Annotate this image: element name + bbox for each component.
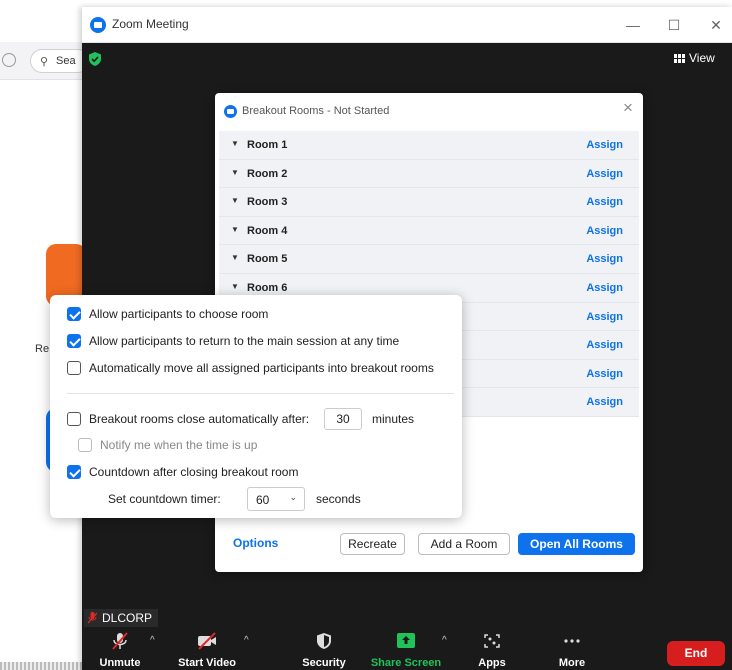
end-meeting-button[interactable]: End [667, 641, 725, 666]
zoom-logo-icon [224, 105, 237, 118]
dialog-title: Breakout Rooms - Not Started [242, 105, 390, 117]
background-taskbar-strip [0, 662, 82, 670]
zoom-logo-icon [90, 17, 106, 33]
countdown-timer-select[interactable]: 60 ⌄ [247, 487, 305, 511]
background-search-text: Sea [56, 55, 76, 67]
allow-return-checkbox[interactable] [67, 334, 81, 348]
add-room-button[interactable]: Add a Room [418, 533, 510, 555]
security-button[interactable]: Security [294, 627, 354, 670]
room-name: Room 5 [247, 253, 288, 266]
shield-icon [317, 633, 331, 649]
auto-close-minutes-input[interactable]: 30 [324, 408, 362, 430]
countdown-timer-value: 60 [256, 493, 270, 507]
grid-view-icon [674, 54, 685, 63]
expand-caret-icon[interactable]: ▼ [231, 282, 239, 291]
countdown-timer-label: Set countdown timer: [108, 492, 221, 506]
expand-caret-icon[interactable]: ▼ [231, 225, 239, 234]
options-button[interactable]: Options [233, 536, 278, 550]
meeting-toolbar: Unmute ^ Start Video ^ Security Share Sc… [82, 627, 732, 670]
countdown-label: Countdown after closing breakout room [89, 465, 299, 479]
expand-caret-icon[interactable]: ▼ [231, 139, 239, 148]
notify-label: Notify me when the time is up [100, 438, 258, 452]
auto-close-label: Breakout rooms close automatically after… [89, 412, 310, 426]
muted-mic-icon [112, 632, 128, 650]
share-screen-icon [397, 633, 415, 648]
room-row[interactable]: ▼ Room 1 Assign [219, 131, 639, 160]
expand-caret-icon[interactable]: ▼ [231, 168, 239, 177]
maximize-button[interactable]: ☐ [660, 13, 688, 37]
room-name: Room 4 [247, 224, 288, 237]
expand-caret-icon[interactable]: ▼ [231, 196, 239, 205]
options-divider [67, 393, 454, 394]
apps-label: Apps [478, 657, 506, 669]
more-dots-icon [564, 639, 580, 643]
background-search-input[interactable]: ⚲ Sea [30, 49, 90, 73]
assign-link[interactable]: Assign [586, 225, 623, 237]
room-name: Room 3 [247, 196, 288, 209]
allow-return-label: Allow participants to return to the main… [89, 334, 400, 348]
room-row[interactable]: ▼ Room 4 Assign [219, 216, 639, 246]
participant-name: DLCORP [102, 611, 153, 625]
assign-link[interactable]: Assign [586, 368, 623, 380]
unmute-label: Unmute [99, 657, 141, 669]
apps-button[interactable]: Apps [467, 627, 517, 670]
auto-move-checkbox[interactable] [67, 361, 81, 375]
video-off-icon [198, 632, 216, 650]
notify-checkbox[interactable] [78, 438, 92, 452]
auto-move-label: Automatically move all assigned particip… [89, 361, 434, 375]
assign-link[interactable]: Assign [586, 339, 623, 351]
expand-caret-icon[interactable]: ▼ [231, 253, 239, 262]
auto-close-checkbox[interactable] [67, 412, 81, 426]
title-bar: Zoom Meeting — ☐ ✕ [82, 7, 732, 43]
assign-link[interactable]: Assign [586, 311, 623, 323]
audio-options-chevron-icon[interactable]: ^ [150, 635, 155, 646]
room-name: Room 6 [247, 281, 288, 294]
security-label: Security [302, 657, 346, 669]
minimize-button[interactable]: — [619, 13, 647, 37]
assign-link[interactable]: Assign [586, 282, 623, 294]
countdown-checkbox[interactable] [67, 465, 81, 479]
room-row[interactable]: ▼ Room 3 Assign [219, 188, 639, 217]
room-name: Room 2 [247, 167, 288, 180]
start-video-button[interactable]: Start Video [172, 627, 242, 670]
seconds-unit-label: seconds [316, 492, 361, 506]
open-all-rooms-button[interactable]: Open All Rooms [518, 533, 635, 555]
allow-choose-room-checkbox[interactable] [67, 307, 81, 321]
muted-mic-icon [88, 612, 97, 624]
minutes-unit-label: minutes [372, 412, 415, 426]
background-tile-label: Re [35, 343, 50, 355]
recreate-button[interactable]: Recreate [340, 533, 405, 555]
dialog-close-icon[interactable]: × [619, 98, 637, 118]
assign-link[interactable]: Assign [586, 139, 623, 151]
share-screen-button[interactable]: Share Screen [366, 627, 446, 670]
apps-icon [484, 634, 500, 648]
participant-name-tag: DLCORP [84, 609, 159, 627]
view-button[interactable]: View [674, 51, 715, 69]
unmute-button[interactable]: Unmute [90, 627, 150, 670]
history-icon[interactable] [2, 53, 16, 67]
share-options-chevron-icon[interactable]: ^ [442, 635, 447, 646]
chevron-down-icon: ⌄ [289, 492, 297, 502]
start-video-label: Start Video [178, 657, 236, 669]
room-row[interactable]: ▼ Room 5 Assign [219, 245, 639, 274]
assign-link[interactable]: Assign [586, 396, 623, 408]
assign-link[interactable]: Assign [586, 253, 623, 265]
more-button[interactable]: More [547, 627, 597, 670]
room-row[interactable]: ▼ Room 2 Assign [219, 159, 639, 189]
assign-link[interactable]: Assign [586, 196, 623, 208]
search-icon: ⚲ [40, 56, 49, 68]
room-name: Room 1 [247, 139, 288, 151]
more-label: More [558, 657, 586, 669]
share-screen-label: Share Screen [370, 657, 442, 669]
assign-link[interactable]: Assign [586, 168, 623, 180]
video-options-chevron-icon[interactable]: ^ [244, 635, 249, 646]
window-title: Zoom Meeting [112, 17, 189, 31]
options-popup: Allow participants to choose room Allow … [50, 295, 462, 518]
view-button-label: View [689, 51, 715, 65]
encryption-shield-icon[interactable] [88, 52, 102, 66]
allow-choose-room-label: Allow participants to choose room [89, 307, 269, 321]
close-window-button[interactable]: ✕ [702, 13, 730, 37]
